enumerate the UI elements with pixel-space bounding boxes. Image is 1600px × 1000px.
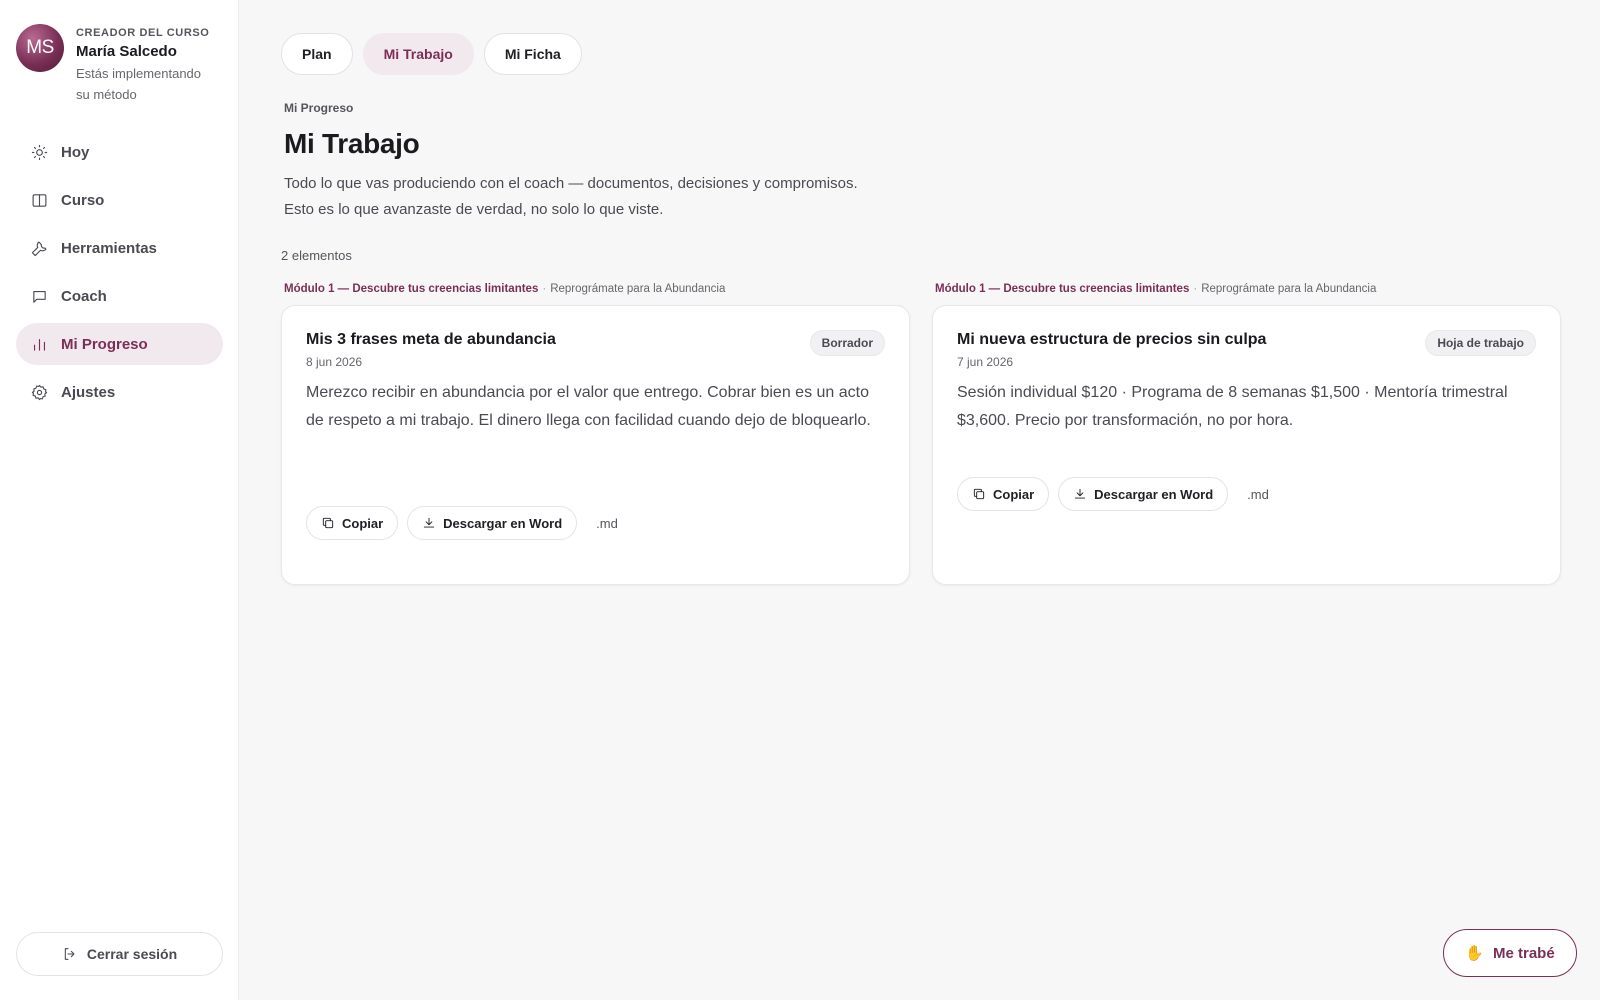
card-body: Sesión individual $120 · Programa de 8 s… (957, 384, 1508, 429)
card-module-crumb: Módulo 1 — Descubre tus creencias limita… (284, 283, 725, 295)
separator: · (1193, 283, 1198, 295)
card-date: 8 jun 2026 (306, 355, 363, 369)
work-card: Mis 3 frases meta de abundancia 8 jun 20… (281, 305, 910, 585)
page-title: Mi Trabajo (284, 128, 420, 159)
separator: · (542, 283, 547, 295)
module-label: Módulo 1 — Descubre tus creencias limita… (935, 283, 1190, 295)
sidebar-item-herramientas[interactable]: Herramientas (16, 227, 223, 269)
description-line: Esto es lo que avanzaste de verdad, no s… (284, 201, 664, 218)
sidebar-item-label: Coach (61, 287, 107, 305)
profile: MS CREADOR DEL CURSO María Salcedo Estás… (16, 24, 216, 105)
sidebar-item-label: Ajustes (61, 383, 116, 401)
status-badge: Hoja de trabajo (1425, 330, 1536, 356)
gear-icon (30, 383, 48, 401)
work-card: Mi nueva estructura de precios sin culpa… (932, 305, 1561, 585)
stuck-help-label: Me trabé (1493, 944, 1555, 962)
card-title: Mi nueva estructura de precios sin culpa (957, 331, 1267, 348)
logout-icon (64, 948, 75, 960)
card-date: 7 jun 2026 (957, 355, 1014, 369)
download-word-label: Descargar en Word (1094, 486, 1214, 502)
page-description: Todo lo que vas produciendo con el coach… (284, 171, 1004, 223)
avatar[interactable]: MS (16, 24, 64, 72)
profile-name: María Salcedo (76, 43, 177, 60)
sidebar-item-mi-progreso[interactable]: Mi Progreso (16, 323, 223, 365)
tab-mi-trabajo[interactable]: Mi Trabajo (362, 33, 474, 75)
copy-button[interactable]: Copiar (957, 477, 1050, 511)
card-title: Mis 3 frases meta de abundancia (306, 331, 556, 348)
sun-icon (30, 143, 48, 161)
bar-chart-icon (30, 335, 48, 353)
sidebar-nav: Hoy Curso Herramientas Coach Mi Progreso (16, 131, 223, 419)
card-module-crumb: Módulo 1 — Descubre tus creencias limita… (935, 283, 1376, 295)
sidebar-item-ajustes[interactable]: Ajustes (16, 371, 223, 413)
card-actions: Copiar Descargar en Word .md (306, 506, 618, 540)
tab-bar: Plan Mi Trabajo Mi Ficha (281, 33, 592, 75)
copy-label: Copiar (342, 515, 384, 531)
tab-plan[interactable]: Plan (281, 33, 353, 75)
items-count: 2 elementos (281, 248, 352, 263)
course-label: Reprográmate para la Abundancia (550, 283, 726, 295)
status-badge: Borrador (809, 330, 885, 356)
sidebar-item-label: Curso (61, 191, 105, 209)
profile-text: CREADOR DEL CURSO María Salcedo Estás im… (76, 24, 216, 105)
sidebar-item-hoy[interactable]: Hoy (16, 131, 223, 173)
copy-label: Copiar (993, 486, 1035, 502)
download-md-link[interactable]: .md (596, 516, 618, 531)
module-label: Módulo 1 — Descubre tus creencias limita… (284, 283, 539, 295)
download-word-button[interactable]: Descargar en Word (407, 506, 578, 540)
sidebar-item-label: Hoy (61, 143, 90, 161)
sidebar-item-curso[interactable]: Curso (16, 179, 223, 221)
logout-button[interactable]: Cerrar sesión (16, 932, 223, 976)
download-md-link[interactable]: .md (1247, 487, 1269, 502)
card-actions: Copiar Descargar en Word .md (957, 477, 1269, 511)
chat-icon (30, 287, 48, 305)
profile-role: CREADOR DEL CURSO (76, 27, 210, 39)
sidebar-item-label: Herramientas (61, 239, 157, 257)
download-word-button[interactable]: Descargar en Word (1058, 477, 1229, 511)
sidebar-item-label: Mi Progreso (61, 335, 148, 353)
copy-icon (973, 488, 985, 500)
hand-icon: ✋ (1465, 945, 1484, 962)
description-line: Todo lo que vas produciendo con el coach… (284, 175, 858, 192)
sidebar: MS CREADOR DEL CURSO María Salcedo Estás… (0, 0, 239, 1000)
book-icon (30, 191, 48, 209)
download-icon (1075, 488, 1086, 499)
stuck-help-button[interactable]: ✋ Me trabé (1443, 929, 1577, 977)
sidebar-item-coach[interactable]: Coach (16, 275, 223, 317)
wrench-icon (30, 239, 48, 257)
copy-button[interactable]: Copiar (306, 506, 399, 540)
copy-icon (322, 517, 334, 529)
course-label: Reprográmate para la Abundancia (1201, 283, 1377, 295)
download-word-label: Descargar en Word (443, 515, 563, 531)
download-icon (424, 517, 435, 528)
profile-subtitle: Estás implementando su método (76, 66, 202, 102)
card-body: Merezco recibir en abundancia por el val… (306, 384, 871, 429)
breadcrumb: Mi Progreso (284, 101, 354, 115)
tab-mi-ficha[interactable]: Mi Ficha (483, 33, 582, 75)
logout-label: Cerrar sesión (86, 946, 178, 962)
